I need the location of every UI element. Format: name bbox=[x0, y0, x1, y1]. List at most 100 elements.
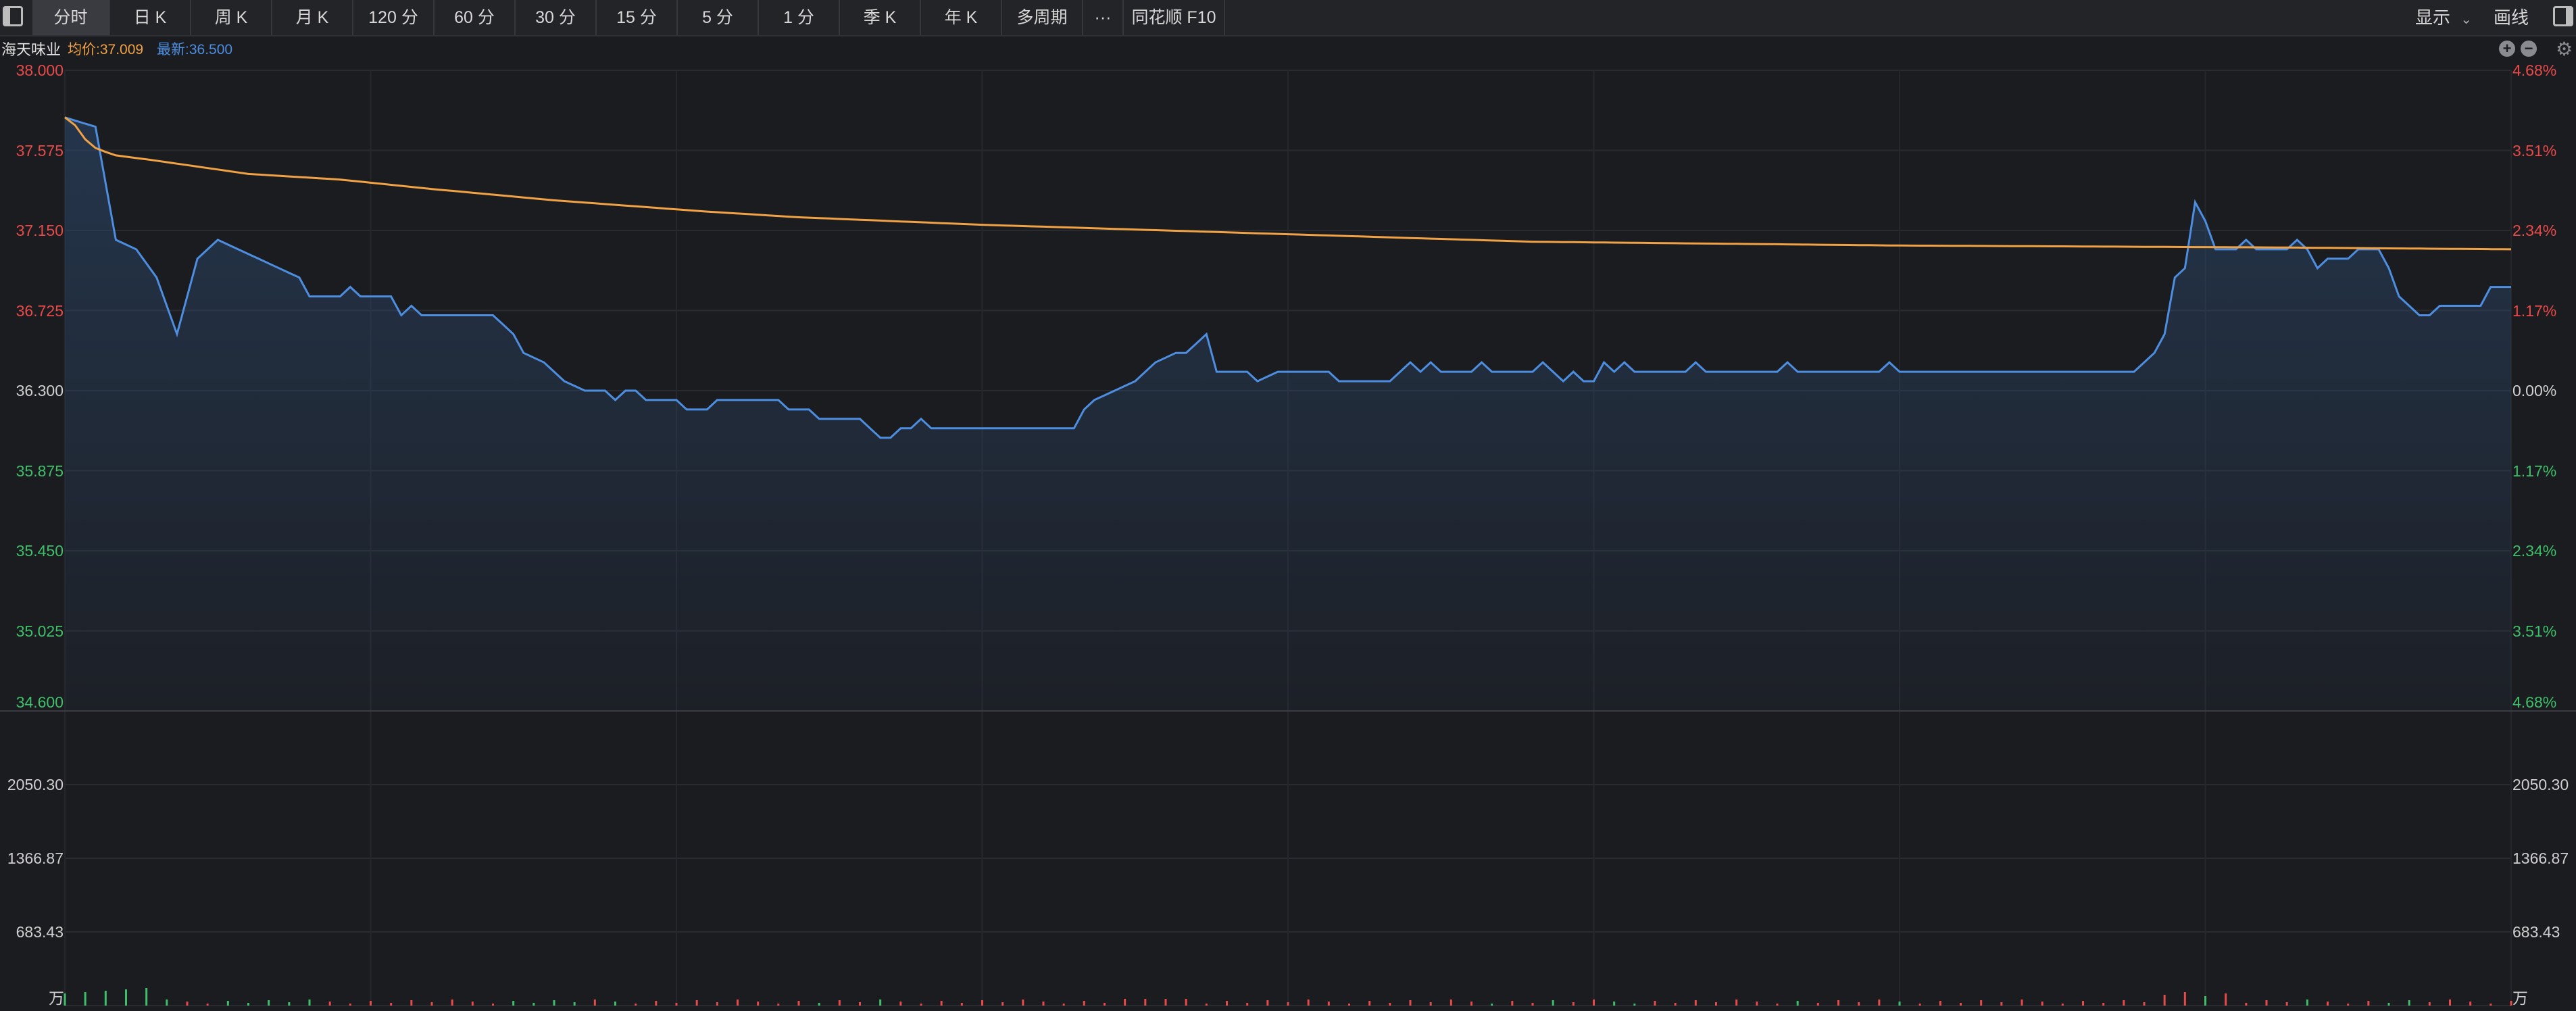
volume-bar bbox=[716, 1002, 718, 1006]
volume-bar bbox=[2306, 1000, 2308, 1006]
volume-bar bbox=[981, 1000, 983, 1006]
volume-bar bbox=[1205, 1004, 1208, 1006]
volume-bar bbox=[2204, 996, 2206, 1006]
volume-bar bbox=[206, 1004, 209, 1006]
volume-bar bbox=[1368, 1001, 1371, 1006]
price-axis-label: 35.025 bbox=[16, 622, 64, 640]
volume-bar bbox=[1164, 999, 1167, 1006]
percent-axis-label: 4.68% bbox=[2512, 693, 2557, 711]
volume-bar bbox=[1878, 1000, 1881, 1006]
volume-bar bbox=[1735, 1000, 1738, 1006]
volume-bar bbox=[675, 1003, 678, 1006]
volume-bar bbox=[1715, 1002, 1717, 1006]
volume-bar bbox=[1694, 1000, 1697, 1006]
percent-axis-label: 0.00% bbox=[2512, 382, 2557, 399]
volume-bar bbox=[2245, 1003, 2248, 1006]
volume-bar bbox=[1389, 1003, 1391, 1006]
volume-bar bbox=[1756, 1002, 1758, 1006]
volume-bar bbox=[757, 1002, 760, 1006]
volume-bar bbox=[859, 1002, 861, 1006]
volume-bar bbox=[2387, 1003, 2390, 1006]
volume-bar bbox=[1918, 1004, 1921, 1006]
volume-bar bbox=[614, 1002, 616, 1006]
volume-bar bbox=[512, 1001, 515, 1006]
price-axis-label: 37.150 bbox=[16, 222, 64, 239]
volume-unit-label: 万 bbox=[2512, 989, 2528, 1007]
volume-bar bbox=[2347, 1004, 2350, 1006]
volume-bar bbox=[573, 1002, 576, 1006]
volume-bar bbox=[430, 1002, 433, 1006]
volume-bar bbox=[247, 1003, 249, 1006]
volume-bar bbox=[940, 1001, 943, 1006]
volume-bar bbox=[1246, 1003, 1249, 1006]
volume-bar bbox=[1144, 999, 1147, 1006]
volume-bar bbox=[2428, 1002, 2431, 1006]
volume-bar bbox=[1593, 1000, 1595, 1006]
volume-bar bbox=[593, 1000, 596, 1006]
percent-axis-label: 3.51% bbox=[2512, 141, 2557, 159]
volume-bar bbox=[1572, 1002, 1575, 1006]
volume-bar bbox=[410, 1000, 413, 1006]
volume-bar bbox=[1083, 1001, 1085, 1006]
volume-bar bbox=[777, 1004, 780, 1006]
volume-bar bbox=[268, 1000, 270, 1006]
volume-bar bbox=[1450, 1000, 1452, 1006]
volume-bar bbox=[370, 1001, 372, 1006]
volume-axis-label: 683.43 bbox=[16, 923, 64, 941]
volume-bar bbox=[2082, 1001, 2084, 1006]
volume-bar bbox=[695, 1000, 698, 1006]
volume-bar bbox=[1939, 1001, 1941, 1006]
volume-bar bbox=[1429, 1002, 1432, 1006]
volume-bar bbox=[1633, 1004, 1636, 1006]
volume-bar bbox=[2285, 1002, 2288, 1006]
volume-bar bbox=[553, 1000, 555, 1006]
volume-bar bbox=[308, 1000, 311, 1006]
volume-bar bbox=[349, 1004, 351, 1006]
volume-bar bbox=[1898, 1002, 1901, 1006]
volume-bar bbox=[1552, 1000, 1554, 1006]
volume-bar bbox=[2327, 1002, 2329, 1006]
percent-axis-label: 3.51% bbox=[2512, 622, 2557, 640]
volume-bar bbox=[1491, 1004, 1493, 1006]
volume-bar bbox=[1327, 1002, 1330, 1006]
volume-axis-label: 683.43 bbox=[2512, 923, 2560, 941]
volume-bar bbox=[899, 1002, 902, 1006]
volume-bar bbox=[818, 1003, 820, 1006]
volume-bar bbox=[1104, 1003, 1106, 1006]
volume-bar bbox=[226, 1001, 229, 1006]
volume-bar bbox=[1042, 1002, 1045, 1006]
volume-bar bbox=[2041, 1002, 2044, 1006]
volume-bar bbox=[879, 1000, 882, 1006]
volume-bar bbox=[2061, 1004, 2064, 1006]
price-axis-label: 34.600 bbox=[16, 693, 64, 711]
volume-bar bbox=[797, 1001, 800, 1006]
volume-bar bbox=[1858, 1002, 1860, 1006]
volume-bar bbox=[1348, 1004, 1350, 1006]
volume-bar bbox=[1124, 999, 1126, 1006]
volume-bar bbox=[1185, 999, 1187, 1006]
volume-bar bbox=[2469, 1002, 2472, 1006]
volume-axis-label: 1366.87 bbox=[7, 849, 64, 867]
volume-bar bbox=[471, 1002, 474, 1006]
price-axis-label: 37.575 bbox=[16, 141, 64, 159]
volume-bar bbox=[1287, 1002, 1289, 1006]
volume-bar bbox=[328, 1002, 331, 1006]
percent-axis-label: 1.17% bbox=[2512, 462, 2557, 480]
volume-bar bbox=[104, 991, 107, 1006]
volume-axis-label: 2050.30 bbox=[2512, 776, 2569, 793]
volume-bar bbox=[1062, 1004, 1065, 1006]
volume-bar bbox=[1531, 1003, 1534, 1006]
price-axis-label: 35.450 bbox=[16, 542, 64, 560]
volume-axis-label: 1366.87 bbox=[2512, 849, 2569, 867]
volume-bar bbox=[125, 989, 127, 1006]
volume-bar bbox=[1613, 1002, 1616, 1006]
volume-bar bbox=[2021, 1000, 2023, 1006]
volume-bar bbox=[1511, 1001, 1514, 1006]
volume-bar bbox=[1226, 1001, 1228, 1006]
volume-bar bbox=[2408, 1000, 2410, 1006]
percent-axis-label: 1.17% bbox=[2512, 301, 2557, 320]
percent-axis-label: 4.68% bbox=[2512, 61, 2557, 79]
volume-bar bbox=[1022, 1000, 1024, 1006]
volume-bar bbox=[2449, 1000, 2451, 1006]
volume-bar bbox=[2123, 1000, 2125, 1006]
